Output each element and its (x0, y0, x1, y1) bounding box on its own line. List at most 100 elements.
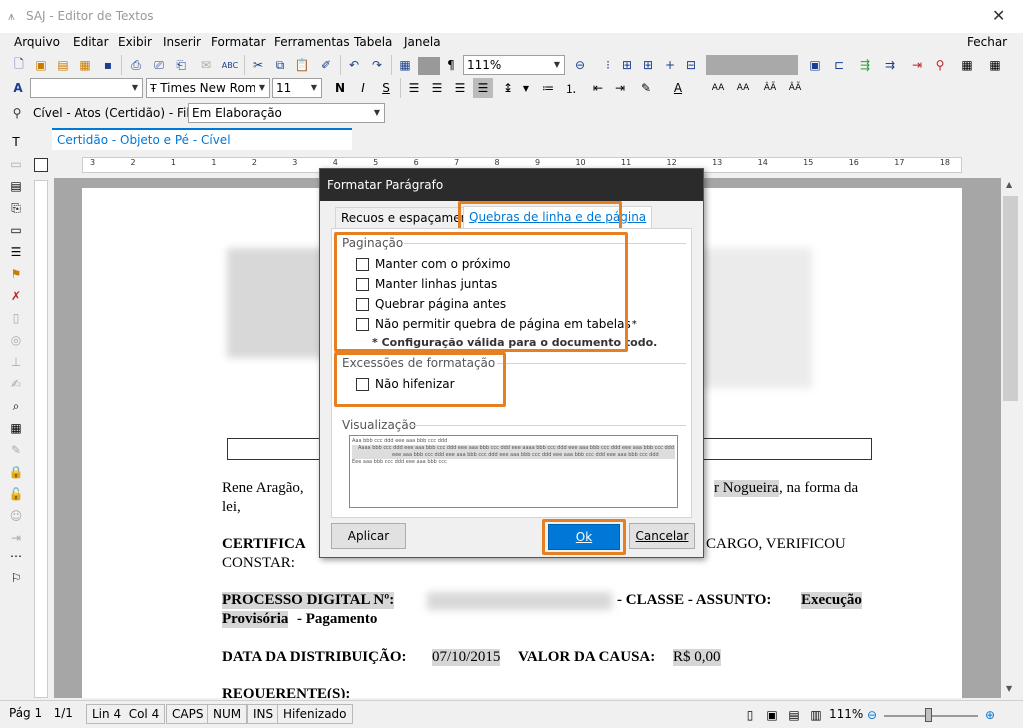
borders-gray-block[interactable] (706, 55, 798, 75)
vertical-ruler[interactable] (34, 180, 48, 698)
layout-icon[interactable]: ▣ (805, 55, 825, 75)
chevron-down-icon[interactable]: ▼ (516, 78, 536, 98)
select-icon[interactable]: ⁝ (598, 55, 618, 75)
flag-icon[interactable]: ⚑ (6, 264, 26, 284)
shrink-font-icon[interactable]: AA (733, 78, 753, 98)
attach-icon[interactable]: ⎘ (6, 198, 26, 218)
pilcrow-icon[interactable]: ¶ (441, 55, 461, 75)
copy-icon[interactable]: ⧉ (270, 55, 290, 75)
menu-ferramentas[interactable]: Ferramentas (274, 35, 350, 49)
table-cells-icon[interactable]: ⊞ (638, 55, 658, 75)
highlight-icon[interactable]: ✎ (636, 78, 656, 98)
workflow-icon[interactable]: ⚲ (7, 103, 27, 123)
queue-select[interactable]: Em Elaboração ▼ (188, 103, 385, 123)
exit-icon[interactable]: ⇥ (6, 528, 26, 548)
line-spacing-icon[interactable]: ↨ (498, 78, 518, 98)
grow-font-icon[interactable]: AA (708, 78, 728, 98)
view-page-icon[interactable]: ▯ (740, 705, 760, 725)
bold-icon[interactable]: N (330, 78, 350, 98)
view-outline-icon[interactable]: ▥ (806, 705, 826, 725)
save-as-icon[interactable]: ▦ (75, 55, 95, 75)
share-icon[interactable]: ⋯ (6, 546, 26, 566)
grid-icon[interactable]: ▦ (957, 55, 977, 75)
new-icon[interactable]: 🗋 (9, 55, 29, 75)
model-icon[interactable]: ▤ (6, 176, 26, 196)
cut-icon[interactable]: ✂ (248, 55, 268, 75)
table-icon[interactable]: ▦ (395, 55, 415, 75)
lock-icon[interactable]: 🔒 (6, 462, 26, 482)
case-upper-icon[interactable]: ÂÃ (760, 78, 780, 98)
menu-arquivo[interactable]: Arquivo (14, 35, 60, 49)
print-setup-icon[interactable]: ⎗ (171, 55, 191, 75)
case-lower-icon[interactable]: ÂÃ (785, 78, 805, 98)
user-icon[interactable]: ☺ (6, 506, 26, 526)
scroll-up-icon[interactable]: ▲ (1006, 180, 1012, 189)
list-icon[interactable]: ☰ (6, 242, 26, 262)
print-icon[interactable]: ⎙ (126, 55, 146, 75)
table-grid-icon[interactable] (418, 57, 440, 75)
edit-icon[interactable]: ✎ (6, 440, 26, 460)
fields-icon[interactable]: ⇶ (855, 55, 875, 75)
align-center-icon[interactable]: ☰ (427, 78, 447, 98)
close-icon[interactable]: ✕ (992, 6, 1005, 25)
search-doc-icon[interactable]: ⌕ (6, 396, 26, 416)
zoom-slider-thumb[interactable] (925, 708, 932, 722)
zoom-icon[interactable]: ⊖ (570, 55, 590, 75)
menu-editar[interactable]: Editar (73, 35, 109, 49)
format-painter-icon[interactable]: ✐ (316, 55, 336, 75)
numbering-icon[interactable]: ⒈ (561, 78, 581, 98)
italic-icon[interactable]: I (353, 78, 373, 98)
print-preview-icon[interactable]: ⎚ (149, 55, 169, 75)
style-select[interactable]: ▼ (30, 78, 143, 98)
apply-button[interactable]: Aplicar (331, 523, 406, 549)
font-color-icon[interactable]: A (668, 78, 688, 98)
merge-icon[interactable]: ⇉ (880, 55, 900, 75)
vertical-scrollbar[interactable]: ▲ ▼ (1001, 178, 1020, 698)
menu-fechar[interactable]: Fechar (967, 35, 1007, 49)
view-web-icon[interactable]: ▣ (762, 705, 782, 725)
zoom-select[interactable]: 111% ▼ (463, 55, 565, 75)
menu-inserir[interactable]: Inserir (163, 35, 201, 49)
paint-icon[interactable]: ⚐ (6, 568, 26, 588)
table-insert-icon[interactable]: ⊞ (617, 55, 637, 75)
align-right-icon[interactable]: ☰ (450, 78, 470, 98)
spellcheck-icon[interactable]: ABC (220, 55, 240, 75)
outdent-icon[interactable]: ⇤ (588, 78, 608, 98)
variables-icon[interactable]: T (6, 132, 26, 152)
justify-icon[interactable]: ☰ (473, 78, 493, 98)
calendar-icon[interactable]: ▦ (6, 418, 26, 438)
menu-exibir[interactable]: Exibir (118, 35, 152, 49)
document-tab[interactable]: Certidão - Objeto e Pé - Cível (52, 128, 352, 150)
unlock-icon[interactable]: 🔓 (6, 484, 26, 504)
open-icon[interactable]: ▣ (31, 55, 51, 75)
note-icon[interactable]: ▭ (6, 220, 26, 240)
email-icon[interactable]: ✉ (196, 55, 216, 75)
ruler-corner[interactable] (34, 158, 48, 172)
zoom-in-icon[interactable]: ⊕ (980, 705, 1000, 725)
style-icon[interactable]: A (8, 78, 28, 98)
comment-icon[interactable]: ▭ (6, 154, 26, 174)
menu-janela[interactable]: Janela (404, 35, 441, 49)
menu-tabela[interactable]: Tabela (354, 35, 392, 49)
zoom-out-icon[interactable]: ⊖ (862, 705, 882, 725)
filter-icon[interactable]: ⚲ (930, 55, 950, 75)
remove-icon[interactable]: ✗ (6, 286, 26, 306)
font-select[interactable]: Ŧ Times New Roman ▼ (146, 78, 270, 98)
table-split-icon[interactable]: ⊟ (681, 55, 701, 75)
save-icon[interactable]: ▪ (98, 55, 118, 75)
font-size-select[interactable]: 11 ▼ (272, 78, 322, 98)
scroll-thumb[interactable] (1003, 196, 1018, 401)
view-draft-icon[interactable]: ▤ (784, 705, 804, 725)
indent-icon[interactable]: ⇥ (610, 78, 630, 98)
stamp-icon[interactable]: ⊥ (6, 352, 26, 372)
folder-icon[interactable]: ▤ (53, 55, 73, 75)
strike-icon[interactable]: S (376, 78, 396, 98)
undo-icon[interactable]: ↶ (344, 55, 364, 75)
page-icon[interactable]: ▯ (6, 308, 26, 328)
export-icon[interactable]: ⇥ (907, 55, 927, 75)
redo-icon[interactable]: ↷ (367, 55, 387, 75)
align-left-icon[interactable]: ☰ (404, 78, 424, 98)
scroll-down-icon[interactable]: ▼ (1006, 684, 1012, 693)
grid-options-icon[interactable]: ▦ (985, 55, 1005, 75)
signature-icon[interactable]: ✍ (6, 374, 26, 394)
